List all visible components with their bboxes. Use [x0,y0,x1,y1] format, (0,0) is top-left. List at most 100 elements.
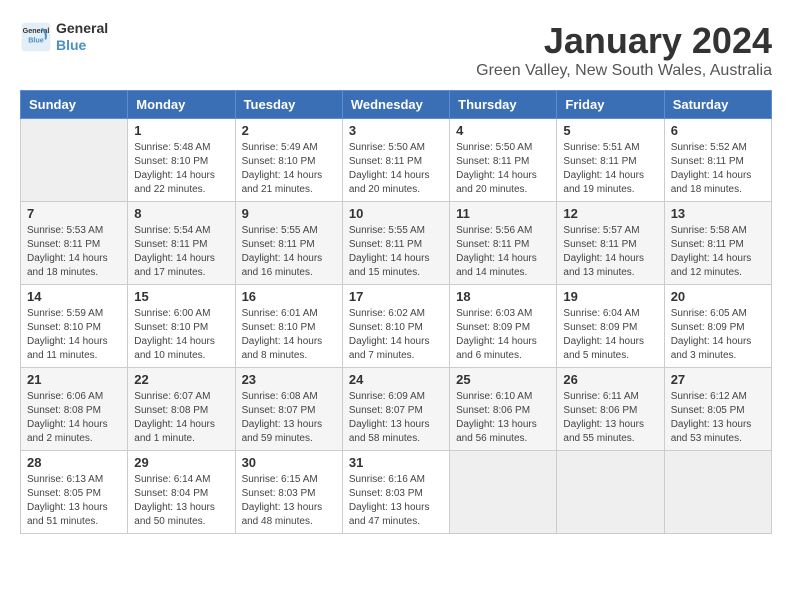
calendar-cell: 22Sunrise: 6:07 AM Sunset: 8:08 PM Dayli… [128,368,235,451]
day-number: 26 [563,372,657,387]
day-info: Sunrise: 5:55 AM Sunset: 8:11 PM Dayligh… [242,224,336,280]
calendar-cell: 9 Sunrise: 5:55 AM Sunset: 8:11 PM Daylig… [235,202,342,285]
day-info: Sunrise: 6:16 AM Sunset: 8:03 PM Dayligh… [349,473,443,529]
day-info: Sunrise: 5:56 AM Sunset: 8:11 PM Dayligh… [456,224,550,280]
header-monday: Monday [128,91,235,119]
day-info: Sunrise: 6:12 AM Sunset: 8:05 PM Dayligh… [671,390,765,446]
day-number: 14 [27,289,121,304]
calendar-cell: 19 Sunrise: 6:04 AM Sunset: 8:09 PM Dayli… [557,285,664,368]
calendar-cell: 25Sunrise: 6:10 AM Sunset: 8:06 PM Dayli… [450,368,557,451]
calendar-title: January 2024 [476,20,772,62]
day-info: Sunrise: 5:51 AM Sunset: 8:11 PM Dayligh… [563,141,657,197]
day-info: Sunrise: 6:15 AM Sunset: 8:03 PM Dayligh… [242,473,336,529]
logo-line2: Blue [56,37,108,54]
day-number: 13 [671,206,765,221]
day-number: 29 [134,455,228,470]
day-number: 12 [563,206,657,221]
day-info: Sunrise: 5:59 AM Sunset: 8:10 PM Dayligh… [27,307,121,363]
day-info: Sunrise: 5:55 AM Sunset: 8:11 PM Dayligh… [349,224,443,280]
calendar-cell: 14 Sunrise: 5:59 AM Sunset: 8:10 PM Dayli… [21,285,128,368]
calendar-cell: 2Sunrise: 5:49 AM Sunset: 8:10 PM Daylig… [235,119,342,202]
day-info: Sunrise: 6:05 AM Sunset: 8:09 PM Dayligh… [671,307,765,363]
header-wednesday: Wednesday [342,91,449,119]
header-sunday: Sunday [21,91,128,119]
day-info: Sunrise: 5:58 AM Sunset: 8:11 PM Dayligh… [671,224,765,280]
day-info: Sunrise: 6:08 AM Sunset: 8:07 PM Dayligh… [242,390,336,446]
day-info: Sunrise: 6:06 AM Sunset: 8:08 PM Dayligh… [27,390,121,446]
day-number: 27 [671,372,765,387]
day-number: 23 [242,372,336,387]
day-number: 16 [242,289,336,304]
calendar-cell: 1Sunrise: 5:48 AM Sunset: 8:10 PM Daylig… [128,119,235,202]
calendar-table: SundayMondayTuesdayWednesdayThursdayFrid… [20,90,772,534]
header-friday: Friday [557,91,664,119]
day-info: Sunrise: 6:13 AM Sunset: 8:05 PM Dayligh… [27,473,121,529]
day-number: 24 [349,372,443,387]
day-number: 7 [27,206,121,221]
calendar-cell: 5Sunrise: 5:51 AM Sunset: 8:11 PM Daylig… [557,119,664,202]
day-info: Sunrise: 5:57 AM Sunset: 8:11 PM Dayligh… [563,224,657,280]
day-info: Sunrise: 5:50 AM Sunset: 8:11 PM Dayligh… [349,141,443,197]
day-number: 3 [349,123,443,138]
day-info: Sunrise: 6:09 AM Sunset: 8:07 PM Dayligh… [349,390,443,446]
week-row-4: 21 Sunrise: 6:06 AM Sunset: 8:08 PM Dayli… [21,368,772,451]
calendar-cell: 17Sunrise: 6:02 AM Sunset: 8:10 PM Dayli… [342,285,449,368]
calendar-cell: 12 Sunrise: 5:57 AM Sunset: 8:11 PM Dayli… [557,202,664,285]
day-info: Sunrise: 5:49 AM Sunset: 8:10 PM Dayligh… [242,141,336,197]
day-number: 28 [27,455,121,470]
day-info: Sunrise: 6:03 AM Sunset: 8:09 PM Dayligh… [456,307,550,363]
day-number: 31 [349,455,443,470]
calendar-cell: 18 Sunrise: 6:03 AM Sunset: 8:09 PM Dayli… [450,285,557,368]
calendar-cell: 20 Sunrise: 6:05 AM Sunset: 8:09 PM Dayli… [664,285,771,368]
logo-icon: General Blue [20,21,52,53]
header-tuesday: Tuesday [235,91,342,119]
calendar-cell: 30 Sunrise: 6:15 AM Sunset: 8:03 PM Dayli… [235,451,342,534]
day-number: 1 [134,123,228,138]
day-number: 10 [349,206,443,221]
day-info: Sunrise: 6:02 AM Sunset: 8:10 PM Dayligh… [349,307,443,363]
day-number: 18 [456,289,550,304]
calendar-cell: 13 Sunrise: 5:58 AM Sunset: 8:11 PM Dayli… [664,202,771,285]
day-info: Sunrise: 6:01 AM Sunset: 8:10 PM Dayligh… [242,307,336,363]
day-info: Sunrise: 5:52 AM Sunset: 8:11 PM Dayligh… [671,141,765,197]
day-info: Sunrise: 5:53 AM Sunset: 8:11 PM Dayligh… [27,224,121,280]
day-info: Sunrise: 6:00 AM Sunset: 8:10 PM Dayligh… [134,307,228,363]
title-block: January 2024 Green Valley, New South Wal… [476,20,772,80]
day-info: Sunrise: 5:54 AM Sunset: 8:11 PM Dayligh… [134,224,228,280]
week-row-2: 7 Sunrise: 5:53 AM Sunset: 8:11 PM Daylig… [21,202,772,285]
day-info: Sunrise: 6:07 AM Sunset: 8:08 PM Dayligh… [134,390,228,446]
calendar-cell: 28 Sunrise: 6:13 AM Sunset: 8:05 PM Dayli… [21,451,128,534]
day-number: 6 [671,123,765,138]
calendar-cell: 24 Sunrise: 6:09 AM Sunset: 8:07 PM Dayli… [342,368,449,451]
week-row-3: 14 Sunrise: 5:59 AM Sunset: 8:10 PM Dayli… [21,285,772,368]
logo-line1: General [56,20,108,37]
day-info: Sunrise: 6:04 AM Sunset: 8:09 PM Dayligh… [563,307,657,363]
day-info: Sunrise: 6:10 AM Sunset: 8:06 PM Dayligh… [456,390,550,446]
week-row-5: 28 Sunrise: 6:13 AM Sunset: 8:05 PM Dayli… [21,451,772,534]
page-header: General Blue General Blue January 2024 G… [20,20,772,80]
calendar-cell: 16 Sunrise: 6:01 AM Sunset: 8:10 PM Dayli… [235,285,342,368]
calendar-cell: 21 Sunrise: 6:06 AM Sunset: 8:08 PM Dayli… [21,368,128,451]
day-number: 21 [27,372,121,387]
calendar-cell: 15 Sunrise: 6:00 AM Sunset: 8:10 PM Dayli… [128,285,235,368]
calendar-cell: 23 Sunrise: 6:08 AM Sunset: 8:07 PM Dayli… [235,368,342,451]
day-info: Sunrise: 6:11 AM Sunset: 8:06 PM Dayligh… [563,390,657,446]
calendar-cell: 4Sunrise: 5:50 AM Sunset: 8:11 PM Daylig… [450,119,557,202]
week-row-1: 1Sunrise: 5:48 AM Sunset: 8:10 PM Daylig… [21,119,772,202]
day-number: 20 [671,289,765,304]
day-number: 8 [134,206,228,221]
calendar-cell [557,451,664,534]
calendar-header-row: SundayMondayTuesdayWednesdayThursdayFrid… [21,91,772,119]
svg-text:Blue: Blue [28,35,44,44]
day-number: 30 [242,455,336,470]
calendar-cell: 8 Sunrise: 5:54 AM Sunset: 8:11 PM Daylig… [128,202,235,285]
calendar-body: 1Sunrise: 5:48 AM Sunset: 8:10 PM Daylig… [21,119,772,534]
logo: General Blue General Blue [20,20,108,54]
day-number: 9 [242,206,336,221]
calendar-cell [21,119,128,202]
day-number: 4 [456,123,550,138]
day-number: 11 [456,206,550,221]
day-number: 19 [563,289,657,304]
day-number: 15 [134,289,228,304]
calendar-cell: 26 Sunrise: 6:11 AM Sunset: 8:06 PM Dayli… [557,368,664,451]
